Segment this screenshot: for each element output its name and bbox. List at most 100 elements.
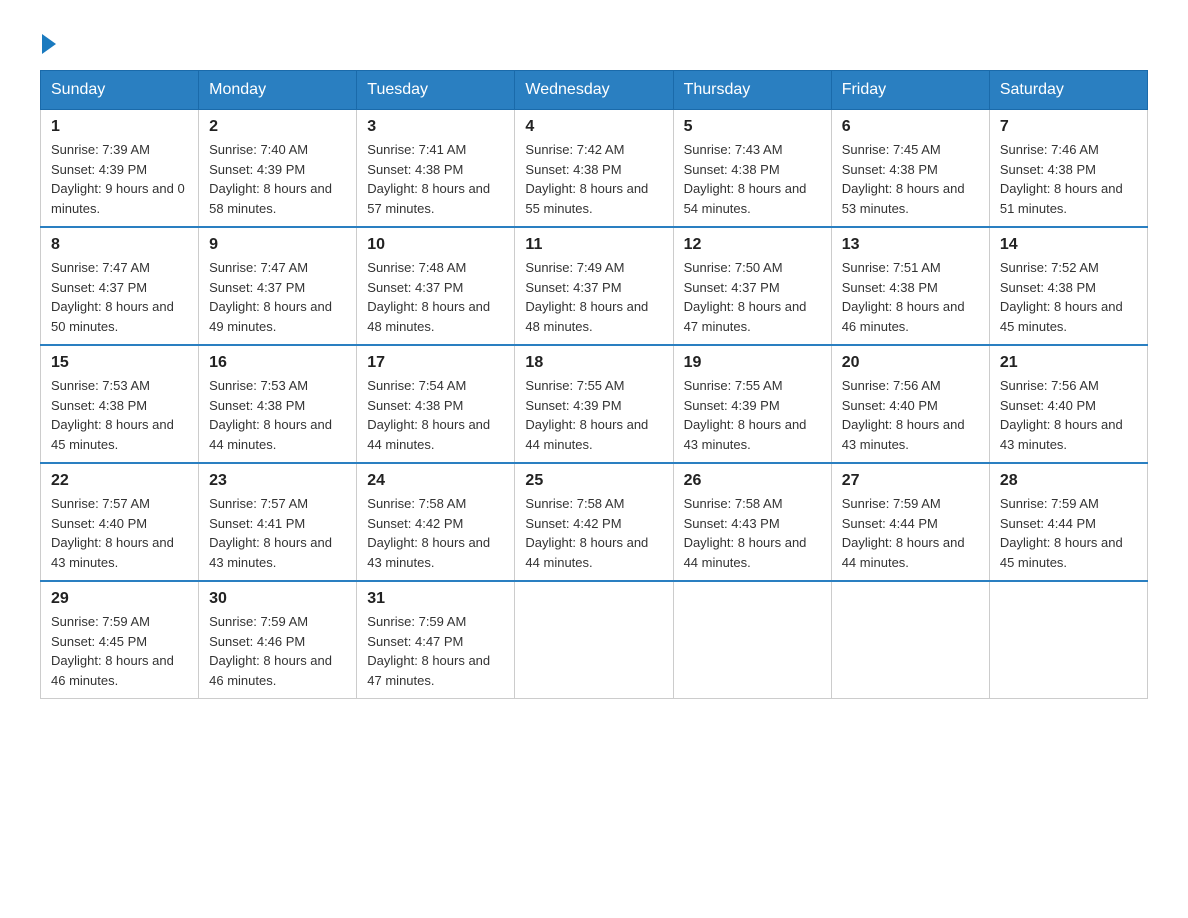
calendar-cell bbox=[515, 581, 673, 699]
calendar-cell: 4 Sunrise: 7:42 AMSunset: 4:38 PMDaylight… bbox=[515, 110, 673, 228]
calendar-cell: 5Sunrise: 7:43 AMSunset: 4:38 PMDaylight… bbox=[673, 110, 831, 228]
day-info: Sunrise: 7:59 AMSunset: 4:44 PMDaylight:… bbox=[842, 494, 979, 572]
day-number: 29 bbox=[51, 590, 188, 608]
day-info: Sunrise: 7:59 AMSunset: 4:45 PMDaylight:… bbox=[51, 612, 188, 690]
day-info: Sunrise: 7:53 AMSunset: 4:38 PMDaylight:… bbox=[209, 376, 346, 454]
day-info: Sunrise: 7:48 AMSunset: 4:37 PMDaylight:… bbox=[367, 258, 504, 336]
day-info: Sunrise: 7:39 AMSunset: 4:39 PMDaylight:… bbox=[51, 140, 188, 218]
calendar-cell: 25 Sunrise: 7:58 AMSunset: 4:42 PMDayligh… bbox=[515, 463, 673, 581]
calendar-cell: 29 Sunrise: 7:59 AMSunset: 4:45 PMDayligh… bbox=[41, 581, 199, 699]
day-number: 8 bbox=[51, 236, 188, 254]
calendar-cell: 10 Sunrise: 7:48 AMSunset: 4:37 PMDayligh… bbox=[357, 227, 515, 345]
day-number: 4 bbox=[525, 118, 662, 136]
header-day-thursday: Thursday bbox=[673, 71, 831, 110]
day-number: 11 bbox=[525, 236, 662, 254]
day-info: Sunrise: 7:59 AMSunset: 4:47 PMDaylight:… bbox=[367, 612, 504, 690]
day-info: Sunrise: 7:47 AMSunset: 4:37 PMDaylight:… bbox=[209, 258, 346, 336]
header-day-sunday: Sunday bbox=[41, 71, 199, 110]
day-number: 10 bbox=[367, 236, 504, 254]
day-number: 31 bbox=[367, 590, 504, 608]
logo bbox=[40, 30, 56, 50]
day-number: 19 bbox=[684, 354, 821, 372]
calendar-cell: 23 Sunrise: 7:57 AMSunset: 4:41 PMDayligh… bbox=[199, 463, 357, 581]
day-info: Sunrise: 7:49 AMSunset: 4:37 PMDaylight:… bbox=[525, 258, 662, 336]
day-number: 27 bbox=[842, 472, 979, 490]
day-info: Sunrise: 7:51 AMSunset: 4:38 PMDaylight:… bbox=[842, 258, 979, 336]
calendar-cell: 9 Sunrise: 7:47 AMSunset: 4:37 PMDaylight… bbox=[199, 227, 357, 345]
header-day-tuesday: Tuesday bbox=[357, 71, 515, 110]
calendar-cell: 22 Sunrise: 7:57 AMSunset: 4:40 PMDayligh… bbox=[41, 463, 199, 581]
day-number: 24 bbox=[367, 472, 504, 490]
calendar-cell: 6Sunrise: 7:45 AMSunset: 4:38 PMDaylight… bbox=[831, 110, 989, 228]
day-info: Sunrise: 7:55 AMSunset: 4:39 PMDaylight:… bbox=[684, 376, 821, 454]
calendar-cell: 20Sunrise: 7:56 AMSunset: 4:40 PMDayligh… bbox=[831, 345, 989, 463]
day-info: Sunrise: 7:58 AMSunset: 4:43 PMDaylight:… bbox=[684, 494, 821, 572]
day-info: Sunrise: 7:59 AMSunset: 4:44 PMDaylight:… bbox=[1000, 494, 1137, 572]
calendar-week-row: 8 Sunrise: 7:47 AMSunset: 4:37 PMDaylight… bbox=[41, 227, 1148, 345]
calendar-cell: 3Sunrise: 7:41 AMSunset: 4:38 PMDaylight… bbox=[357, 110, 515, 228]
day-info: Sunrise: 7:57 AMSunset: 4:40 PMDaylight:… bbox=[51, 494, 188, 572]
day-number: 17 bbox=[367, 354, 504, 372]
calendar-week-row: 15Sunrise: 7:53 AMSunset: 4:38 PMDayligh… bbox=[41, 345, 1148, 463]
day-number: 9 bbox=[209, 236, 346, 254]
calendar-cell bbox=[673, 581, 831, 699]
page-header bbox=[40, 30, 1148, 50]
calendar-cell: 7 Sunrise: 7:46 AMSunset: 4:38 PMDaylight… bbox=[989, 110, 1147, 228]
calendar-cell: 11 Sunrise: 7:49 AMSunset: 4:37 PMDayligh… bbox=[515, 227, 673, 345]
calendar-cell: 17 Sunrise: 7:54 AMSunset: 4:38 PMDayligh… bbox=[357, 345, 515, 463]
day-number: 14 bbox=[1000, 236, 1137, 254]
day-number: 1 bbox=[51, 118, 188, 136]
day-number: 22 bbox=[51, 472, 188, 490]
calendar-cell: 30Sunrise: 7:59 AMSunset: 4:46 PMDayligh… bbox=[199, 581, 357, 699]
day-info: Sunrise: 7:57 AMSunset: 4:41 PMDaylight:… bbox=[209, 494, 346, 572]
calendar-cell: 12Sunrise: 7:50 AMSunset: 4:37 PMDayligh… bbox=[673, 227, 831, 345]
header-day-friday: Friday bbox=[831, 71, 989, 110]
day-info: Sunrise: 7:45 AMSunset: 4:38 PMDaylight:… bbox=[842, 140, 979, 218]
day-info: Sunrise: 7:58 AMSunset: 4:42 PMDaylight:… bbox=[525, 494, 662, 572]
day-info: Sunrise: 7:46 AMSunset: 4:38 PMDaylight:… bbox=[1000, 140, 1137, 218]
calendar-cell: 27 Sunrise: 7:59 AMSunset: 4:44 PMDayligh… bbox=[831, 463, 989, 581]
calendar-table: SundayMondayTuesdayWednesdayThursdayFrid… bbox=[40, 70, 1148, 699]
calendar-cell: 24 Sunrise: 7:58 AMSunset: 4:42 PMDayligh… bbox=[357, 463, 515, 581]
logo-arrow-icon bbox=[42, 34, 56, 54]
calendar-cell: 8 Sunrise: 7:47 AMSunset: 4:37 PMDaylight… bbox=[41, 227, 199, 345]
day-number: 23 bbox=[209, 472, 346, 490]
day-number: 5 bbox=[684, 118, 821, 136]
calendar-cell: 31 Sunrise: 7:59 AMSunset: 4:47 PMDayligh… bbox=[357, 581, 515, 699]
day-info: Sunrise: 7:50 AMSunset: 4:37 PMDaylight:… bbox=[684, 258, 821, 336]
day-number: 25 bbox=[525, 472, 662, 490]
day-number: 26 bbox=[684, 472, 821, 490]
day-info: Sunrise: 7:47 AMSunset: 4:37 PMDaylight:… bbox=[51, 258, 188, 336]
calendar-cell: 1 Sunrise: 7:39 AMSunset: 4:39 PMDaylight… bbox=[41, 110, 199, 228]
calendar-week-row: 29 Sunrise: 7:59 AMSunset: 4:45 PMDayligh… bbox=[41, 581, 1148, 699]
calendar-cell: 15Sunrise: 7:53 AMSunset: 4:38 PMDayligh… bbox=[41, 345, 199, 463]
calendar-week-row: 22 Sunrise: 7:57 AMSunset: 4:40 PMDayligh… bbox=[41, 463, 1148, 581]
calendar-cell: 21Sunrise: 7:56 AMSunset: 4:40 PMDayligh… bbox=[989, 345, 1147, 463]
calendar-cell: 26 Sunrise: 7:58 AMSunset: 4:43 PMDayligh… bbox=[673, 463, 831, 581]
day-number: 20 bbox=[842, 354, 979, 372]
calendar-cell: 13 Sunrise: 7:51 AMSunset: 4:38 PMDayligh… bbox=[831, 227, 989, 345]
day-info: Sunrise: 7:40 AMSunset: 4:39 PMDaylight:… bbox=[209, 140, 346, 218]
day-number: 21 bbox=[1000, 354, 1137, 372]
calendar-cell: 16 Sunrise: 7:53 AMSunset: 4:38 PMDayligh… bbox=[199, 345, 357, 463]
day-number: 2 bbox=[209, 118, 346, 136]
day-info: Sunrise: 7:53 AMSunset: 4:38 PMDaylight:… bbox=[51, 376, 188, 454]
calendar-cell bbox=[989, 581, 1147, 699]
calendar-cell: 14 Sunrise: 7:52 AMSunset: 4:38 PMDayligh… bbox=[989, 227, 1147, 345]
day-info: Sunrise: 7:54 AMSunset: 4:38 PMDaylight:… bbox=[367, 376, 504, 454]
calendar-cell: 19 Sunrise: 7:55 AMSunset: 4:39 PMDayligh… bbox=[673, 345, 831, 463]
calendar-cell: 2 Sunrise: 7:40 AMSunset: 4:39 PMDaylight… bbox=[199, 110, 357, 228]
day-number: 28 bbox=[1000, 472, 1137, 490]
day-info: Sunrise: 7:52 AMSunset: 4:38 PMDaylight:… bbox=[1000, 258, 1137, 336]
day-info: Sunrise: 7:42 AMSunset: 4:38 PMDaylight:… bbox=[525, 140, 662, 218]
day-number: 13 bbox=[842, 236, 979, 254]
day-number: 16 bbox=[209, 354, 346, 372]
day-number: 30 bbox=[209, 590, 346, 608]
calendar-cell: 18Sunrise: 7:55 AMSunset: 4:39 PMDayligh… bbox=[515, 345, 673, 463]
day-number: 7 bbox=[1000, 118, 1137, 136]
day-info: Sunrise: 7:55 AMSunset: 4:39 PMDaylight:… bbox=[525, 376, 662, 454]
day-info: Sunrise: 7:58 AMSunset: 4:42 PMDaylight:… bbox=[367, 494, 504, 572]
calendar-header-row: SundayMondayTuesdayWednesdayThursdayFrid… bbox=[41, 71, 1148, 110]
day-info: Sunrise: 7:41 AMSunset: 4:38 PMDaylight:… bbox=[367, 140, 504, 218]
calendar-cell bbox=[831, 581, 989, 699]
